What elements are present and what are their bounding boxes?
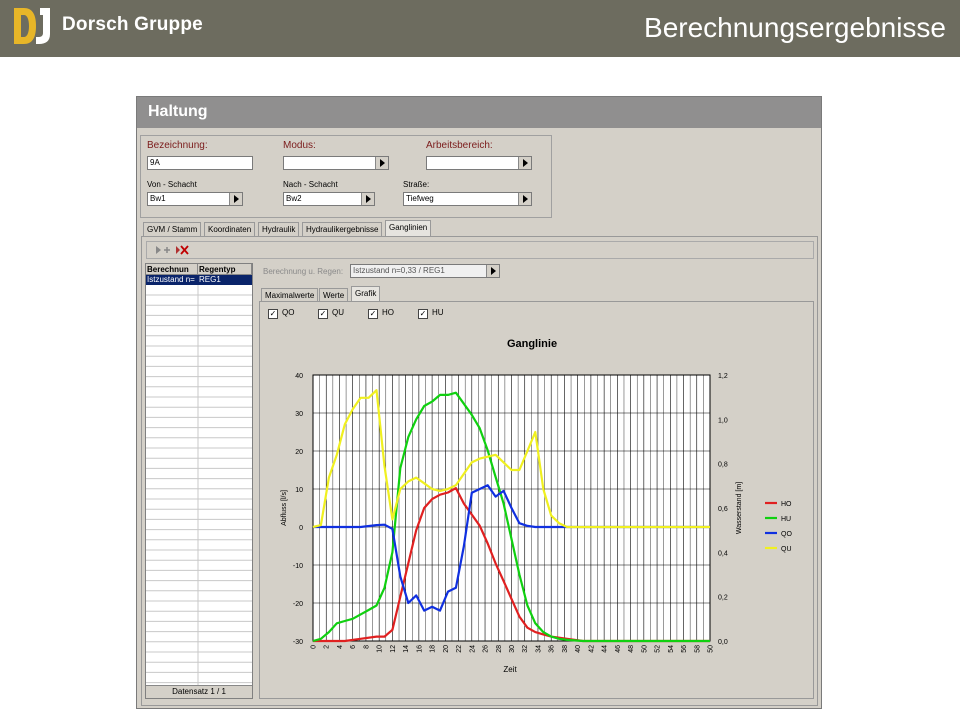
y2-tick-label: 1,2: [718, 373, 728, 380]
legend-label-hu: HU: [781, 516, 791, 523]
y2-tick-label: 0,2: [718, 595, 728, 602]
x-tick-label: 6: [350, 645, 357, 649]
x-tick-label: 26: [483, 645, 490, 653]
y-axis-label: Abfluss [l/s]: [281, 490, 288, 526]
x-tick-label: 46: [615, 645, 622, 653]
y2-tick-label: 1,0: [718, 417, 728, 424]
y-tick-label: 40: [295, 373, 303, 380]
legend-label-qu: QU: [781, 546, 792, 553]
y2-tick-label: 0,0: [718, 639, 728, 646]
x-tick-label: 2: [324, 645, 331, 649]
x-tick-label: 40: [575, 645, 582, 653]
x-tick-label: 22: [456, 645, 463, 653]
x-tick-label: 8: [363, 645, 370, 649]
chart-title: Ganglinie: [507, 338, 557, 350]
x-tick-label: 0: [311, 645, 318, 649]
x-tick-label: 4: [337, 645, 344, 649]
y-tick-label: -20: [293, 601, 303, 608]
x-tick-label: 18: [430, 645, 437, 653]
x-tick-label: 34: [535, 645, 542, 653]
x-tick-label: 58: [694, 645, 701, 653]
y-tick-label: 0: [299, 525, 303, 532]
x-tick-label: 50: [641, 645, 648, 653]
x-tick-label: 30: [509, 645, 516, 653]
x-tick-label: 50: [708, 645, 715, 653]
x-tick-label: 38: [562, 645, 569, 653]
x-tick-label: 10: [377, 645, 384, 653]
x-tick-label: 42: [588, 645, 595, 653]
y2-tick-label: 0,8: [718, 462, 728, 469]
y-tick-label: 20: [295, 449, 303, 456]
y2-tick-label: 0,6: [718, 506, 728, 513]
x-tick-label: 52: [655, 645, 662, 653]
x-tick-label: 44: [602, 645, 609, 653]
y2-axis-label: Wasserstand [m]: [736, 482, 743, 534]
x-tick-label: 36: [549, 645, 556, 653]
x-tick-label: 54: [668, 645, 675, 653]
x-axis-label: Zeit: [503, 665, 517, 674]
x-tick-label: 16: [416, 645, 423, 653]
x-tick-label: 32: [522, 645, 529, 653]
x-tick-label: 28: [496, 645, 503, 653]
ganglinie-chart: Ganglinie -30-20-100102030400,00,20,40,6…: [281, 338, 792, 674]
x-tick-label: 14: [403, 645, 410, 653]
y2-tick-label: 0,4: [718, 550, 728, 557]
x-tick-label: 12: [390, 645, 397, 653]
x-tick-label: 48: [628, 645, 635, 653]
legend-label-ho: HO: [781, 501, 792, 508]
legend-label-qo: QO: [781, 531, 792, 538]
y-tick-label: 10: [295, 487, 303, 494]
y-tick-label: -10: [293, 563, 303, 570]
y-tick-label: -30: [293, 639, 303, 646]
x-tick-label: 24: [469, 645, 476, 653]
x-tick-label: 56: [681, 645, 688, 653]
y-tick-label: 30: [295, 411, 303, 418]
x-tick-label: 20: [443, 645, 450, 653]
